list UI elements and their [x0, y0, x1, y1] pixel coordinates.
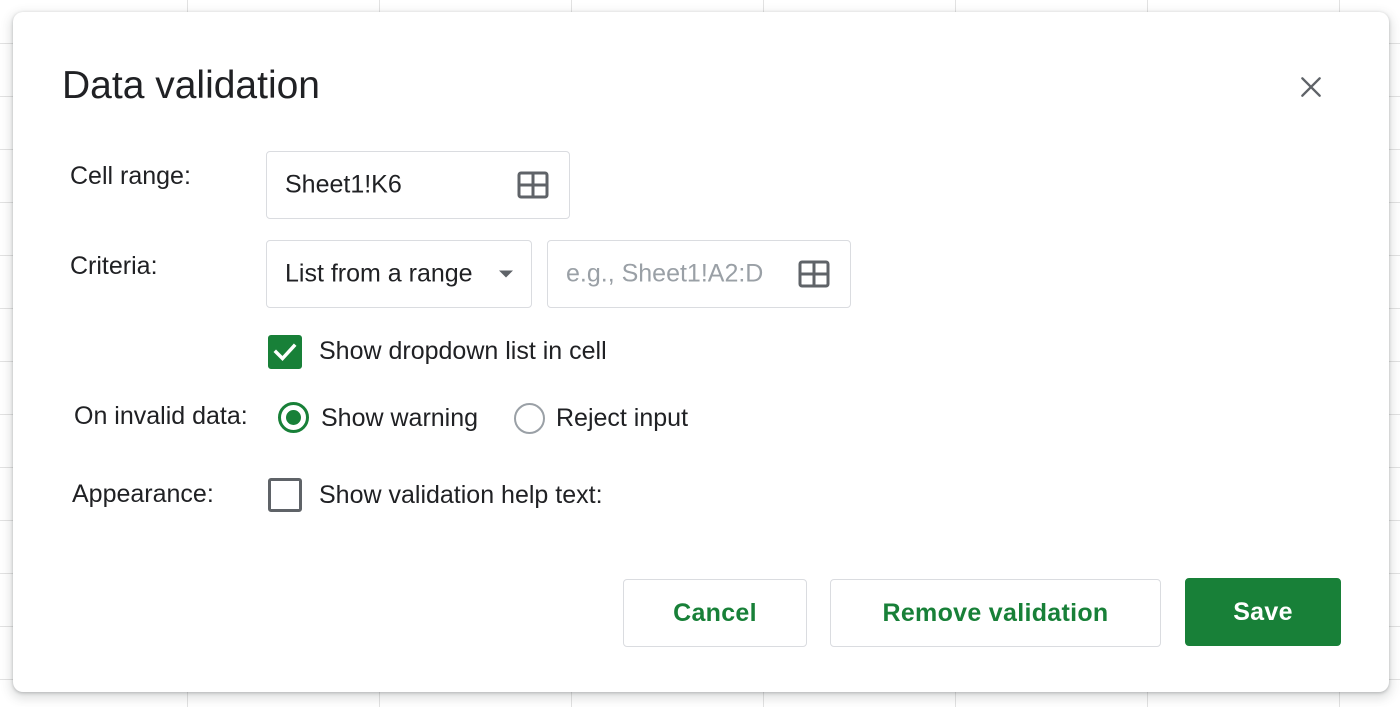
dialog-title: Data validation [62, 64, 320, 107]
criteria-label: Criteria: [70, 252, 158, 280]
cell-range-label: Cell range: [70, 162, 191, 190]
show-dropdown-checkbox[interactable] [268, 335, 302, 369]
grid-select-icon[interactable] [517, 171, 549, 199]
close-icon [1301, 77, 1321, 97]
checkmark-icon [273, 343, 297, 362]
remove-validation-button[interactable]: Remove validation [830, 579, 1161, 647]
cancel-button[interactable]: Cancel [623, 579, 807, 647]
criteria-range-placeholder: e.g., Sheet1!A2:D [566, 259, 764, 288]
show-warning-label[interactable]: Show warning [321, 402, 478, 434]
invalid-data-label: On invalid data: [74, 402, 248, 430]
close-button[interactable] [1291, 67, 1331, 107]
validation-help-text-checkbox[interactable] [268, 478, 302, 512]
grid-select-icon[interactable] [798, 260, 830, 288]
criteria-type-value: List from a range [285, 259, 473, 288]
reject-input-label[interactable]: Reject input [556, 402, 688, 434]
show-dropdown-label[interactable]: Show dropdown list in cell [319, 335, 607, 367]
criteria-type-select[interactable]: List from a range [266, 240, 532, 308]
radio-selected-dot [286, 410, 301, 425]
data-validation-dialog: Data validation Cell range: Sheet1!K6 Cr… [13, 12, 1389, 692]
cell-range-input[interactable]: Sheet1!K6 [266, 151, 570, 219]
chevron-down-icon [499, 270, 513, 278]
criteria-range-input[interactable]: e.g., Sheet1!A2:D [547, 240, 851, 308]
validation-help-text-label[interactable]: Show validation help text: [319, 479, 603, 511]
show-warning-radio[interactable] [278, 402, 309, 433]
reject-input-radio[interactable] [514, 403, 545, 434]
cell-range-value: Sheet1!K6 [285, 170, 402, 199]
appearance-label: Appearance: [72, 480, 214, 508]
save-button[interactable]: Save [1185, 578, 1341, 646]
